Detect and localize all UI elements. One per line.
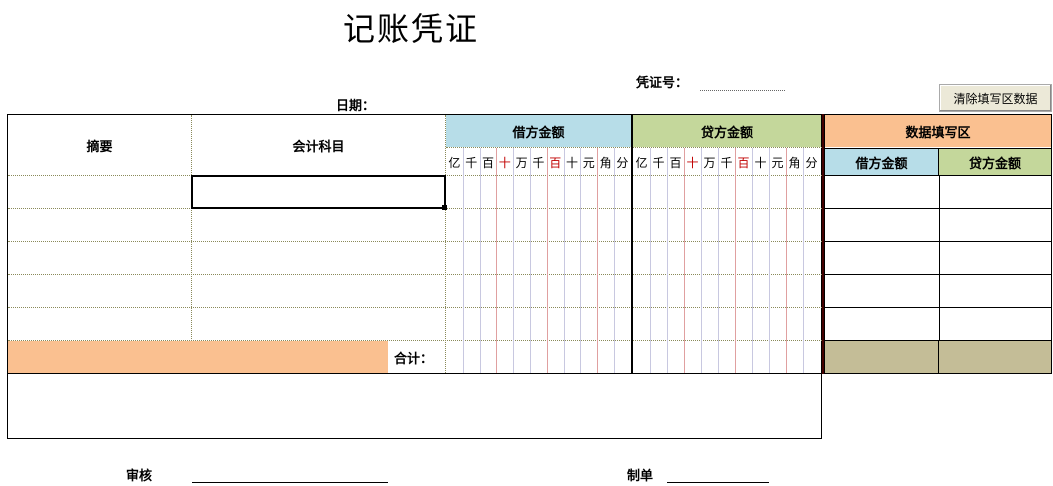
entry-row-divider (825, 208, 1051, 209)
debit-digit-unit: 亿 (448, 155, 461, 170)
digit-column-line (718, 148, 719, 373)
digit-column-line (650, 148, 651, 373)
audit-label: 审核 (126, 469, 153, 484)
digit-column-line (580, 148, 582, 373)
audit-signature-line[interactable] (192, 482, 388, 483)
digit-column-line (684, 148, 685, 373)
debit-digit-unit: 角 (599, 155, 612, 170)
debit-digit-unit: 万 (515, 155, 528, 170)
row-divider (8, 274, 822, 275)
credit-digit-unit: 元 (771, 155, 784, 170)
row-divider (8, 241, 822, 242)
column-divider (445, 115, 446, 373)
total-bottom-line (8, 373, 822, 374)
entry-row-divider (825, 241, 1051, 242)
debit-digit-unit: 百 (549, 155, 562, 170)
account-header: 会计科目 (292, 139, 345, 155)
maker-label: 制单 (627, 469, 654, 484)
credit-digit-unit: 万 (703, 155, 716, 170)
digit-column-line (701, 148, 702, 373)
digit-column-line (803, 148, 804, 373)
digit-column-line (735, 148, 736, 373)
digit-column-line (667, 148, 668, 373)
digit-column-line (513, 148, 515, 373)
column-divider (191, 115, 192, 341)
clear-entry-data-button[interactable]: 清除填写区数据 (939, 84, 1052, 112)
credit-amount-header: 贷方金额 (633, 115, 821, 147)
summary-header: 摘要 (86, 139, 113, 155)
credit-digit-unit: 百 (737, 155, 750, 170)
digit-column-line (563, 148, 565, 373)
entry-separator (822, 114, 824, 374)
date-label: 日期： (336, 99, 376, 114)
digit-column-line (546, 148, 548, 373)
entry-header-bottom (825, 175, 1051, 176)
digit-column-line (530, 148, 531, 373)
debit-digit-unit: 元 (582, 155, 595, 170)
row-divider (8, 307, 822, 308)
entry-area-header: 数据填写区 (825, 115, 1051, 147)
digit-column-line (462, 148, 464, 373)
debit-digit-unit: 千 (465, 155, 478, 170)
voucher-title: 记账凭证 (343, 10, 480, 48)
voucher-number-label: 凭证号： (636, 76, 689, 91)
digit-column-line (786, 148, 787, 373)
credit-digit-unit: 十 (754, 155, 767, 170)
entry-credit-header: 贷方金额 (939, 148, 1051, 175)
credit-digit-unit: 角 (788, 155, 801, 170)
debit-digit-unit: 分 (616, 155, 629, 170)
debit-digit-unit: 千 (532, 155, 545, 170)
debit-credit-separator (631, 115, 633, 373)
fill-handle[interactable] (442, 205, 447, 210)
entry-debit-total (825, 341, 939, 373)
entry-row-divider (825, 274, 1051, 275)
digit-column-line (597, 148, 599, 373)
entry-row-divider (825, 307, 1051, 308)
header-divider (446, 147, 822, 148)
debit-digit-unit: 百 (481, 155, 494, 170)
credit-digit-unit: 千 (720, 155, 733, 170)
entry-debit-header: 借方金额 (825, 148, 939, 175)
credit-digit-unit: 十 (686, 155, 699, 170)
credit-digit-unit: 亿 (635, 155, 648, 170)
total-row-fill (8, 341, 388, 373)
voucher-number-field[interactable] (700, 76, 785, 91)
digit-column-line (769, 148, 770, 373)
credit-digit-unit: 千 (652, 155, 665, 170)
credit-digit-unit: 百 (669, 155, 682, 170)
credit-digit-unit: 分 (805, 155, 818, 170)
selected-account-cell[interactable] (191, 175, 446, 209)
debit-digit-unit: 十 (498, 155, 511, 170)
total-label: 合计： (394, 351, 434, 367)
debit-amount-header: 借方金额 (446, 115, 631, 147)
entry-credit-total (939, 341, 1051, 373)
digit-column-line (752, 148, 753, 373)
maker-signature-line[interactable] (667, 482, 769, 483)
digit-column-line (614, 148, 615, 373)
digit-column-line (496, 148, 498, 373)
digit-column-line (479, 148, 481, 373)
debit-digit-unit: 十 (565, 155, 578, 170)
